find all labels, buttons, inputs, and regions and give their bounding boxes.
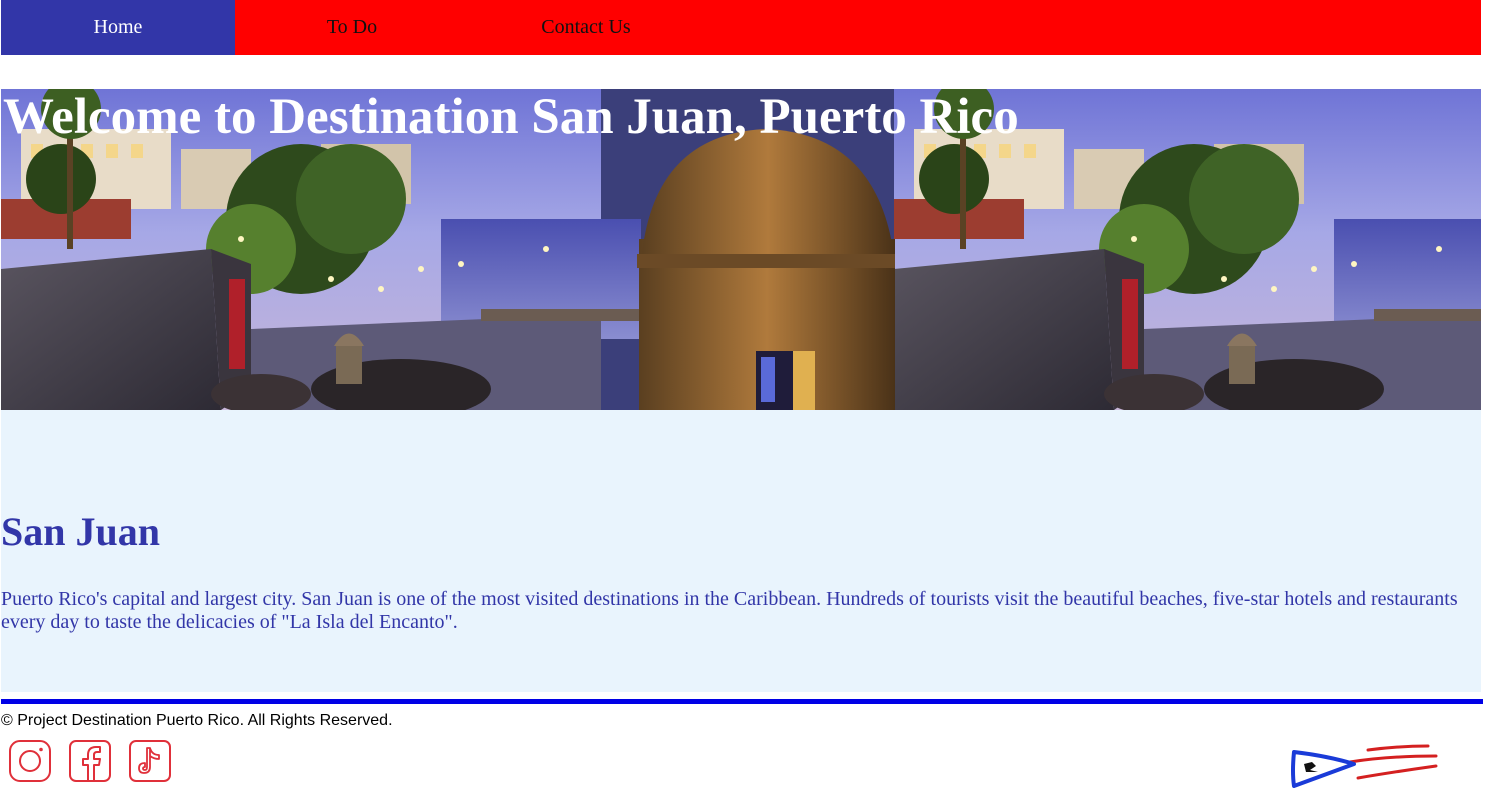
copyright-text: © Project Destination Puerto Rico. All R…	[1, 712, 393, 729]
tiktok-icon	[129, 740, 171, 782]
instagram-link[interactable]	[8, 739, 52, 788]
hero-title: Welcome to Destination San Juan, Puerto …	[3, 89, 1019, 145]
section-paragraph: Puerto Rico's capital and largest city. …	[1, 588, 1458, 633]
intro-section: San Juan Puerto Rico's capital and large…	[1, 410, 1481, 692]
footer-divider	[1, 699, 1483, 704]
tiktok-link[interactable]	[128, 739, 172, 788]
social-links	[8, 739, 172, 788]
nav-home-link[interactable]: Home	[1, 0, 235, 55]
facebook-link[interactable]	[68, 739, 112, 788]
hero-banner: Welcome to Destination San Juan, Puerto …	[1, 89, 1481, 410]
main-nav: Home To Do Contact Us	[1, 0, 1481, 55]
nav-todo-link[interactable]: To Do	[235, 0, 469, 55]
facebook-icon	[69, 740, 111, 782]
instagram-icon	[9, 740, 51, 782]
puerto-rico-flag-logo-icon[interactable]	[1288, 742, 1442, 790]
nav-contact-link[interactable]: Contact Us	[469, 0, 703, 55]
section-heading: San Juan	[1, 509, 160, 554]
